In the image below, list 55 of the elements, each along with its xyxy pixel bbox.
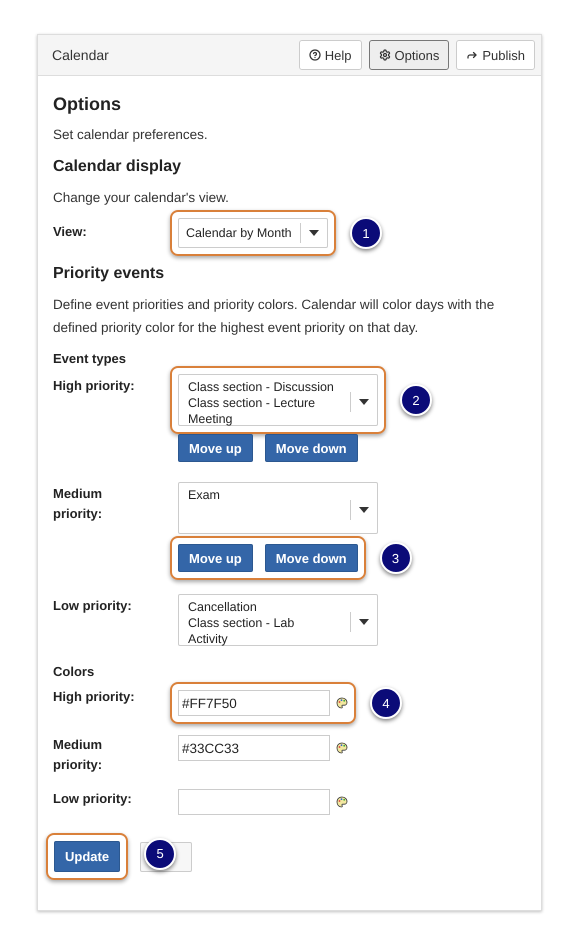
help-icon	[308, 49, 321, 61]
step-badge: 3	[380, 542, 412, 574]
field-label: Low priority:	[53, 597, 133, 615]
field-label: Medium priority:	[53, 485, 104, 523]
field-label: View:	[53, 223, 88, 241]
list-option[interactable]: Activity	[188, 631, 344, 647]
cancel-button[interactable]: 5	[140, 842, 192, 872]
event-type-list[interactable]: Cancellation Class section - Lab Activity	[178, 594, 378, 646]
event-type-list[interactable]: Class section - Discussion Class section - Lecture Meeting	[178, 374, 378, 426]
list-option[interactable]: Meeting	[188, 411, 344, 427]
caret-icon	[359, 619, 369, 625]
color-input[interactable]: #FF7F50	[178, 690, 330, 716]
list-option[interactable]: Cancellation	[188, 599, 344, 615]
list-option[interactable]: Exam	[188, 487, 344, 503]
step-badge: 5	[144, 838, 176, 870]
caret-icon	[359, 399, 369, 405]
subsection-heading: Colors	[53, 664, 96, 679]
list-option[interactable]: Class section - Discussion	[188, 379, 344, 395]
list-option[interactable]: Class section - Lab	[188, 615, 344, 631]
palette-icon[interactable]	[336, 697, 348, 709]
step-badge: 1	[350, 217, 382, 249]
page-intro: Set calendar preferences.	[53, 126, 209, 144]
color-input[interactable]: #33CC33	[178, 735, 330, 761]
view-dropdown[interactable]: Calendar by Month	[178, 218, 328, 248]
section-description: Change your calendar's view.	[53, 189, 230, 207]
settings-icon	[378, 49, 391, 61]
caret-icon	[309, 230, 319, 236]
palette-icon[interactable]	[336, 742, 348, 754]
move-down-button[interactable]: Move down	[264, 434, 358, 462]
header-button[interactable]: Options	[368, 40, 450, 70]
move-down-button[interactable]: Move down	[264, 544, 358, 572]
field-label: High priority:	[53, 377, 136, 395]
field-label: Low priority:	[53, 790, 133, 808]
palette-icon[interactable]	[336, 796, 348, 808]
list-option[interactable]: Class section - Lecture	[188, 395, 344, 411]
page-heading: Options	[53, 94, 122, 115]
header-button[interactable]: Publish	[456, 40, 535, 70]
panel-title: Calendar	[52, 47, 109, 63]
move-up-button[interactable]: Move up	[178, 544, 253, 572]
step-badge: 2	[400, 384, 432, 416]
subsection-heading: Event types	[53, 351, 127, 366]
move-up-button[interactable]: Move up	[178, 434, 253, 462]
section-description: Define event priorities and priority colors. Calendar will color days with the defined priority color for the highest event priority on that day.	[53, 296, 496, 337]
field-label: Medium priority:	[53, 736, 104, 774]
update-button[interactable]: Update	[54, 841, 120, 872]
share-arrow-icon	[466, 49, 478, 61]
caret-icon	[359, 507, 369, 513]
dropdown-value: Calendar by Month	[186, 225, 293, 241]
event-type-list[interactable]: Exam	[178, 482, 378, 534]
field-label: High priority:	[53, 688, 136, 706]
step-badge: 4	[370, 687, 402, 719]
section-heading: Priority events	[53, 265, 166, 283]
header-button[interactable]: Help	[298, 40, 362, 70]
color-input[interactable]	[178, 789, 330, 815]
section-heading: Calendar display	[53, 158, 182, 176]
